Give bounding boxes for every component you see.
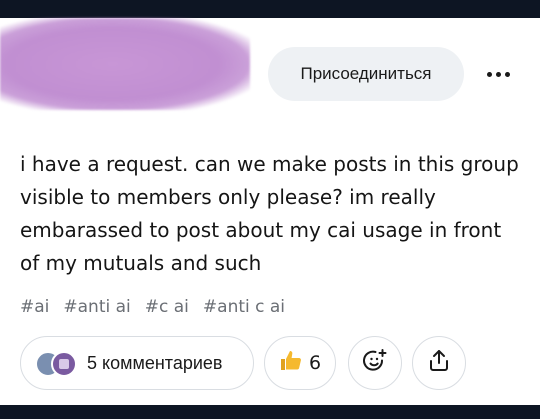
comments-button[interactable]: 5 комментариев [20, 336, 254, 390]
add-reaction-icon [361, 347, 389, 380]
hashtag[interactable]: #ai [20, 297, 49, 317]
hashtag[interactable]: #anti ai [63, 297, 130, 317]
add-reaction-button[interactable] [348, 336, 402, 390]
join-button[interactable]: Присоединиться [268, 47, 464, 101]
top-bar [0, 0, 540, 18]
comments-count-label: 5 комментариев [87, 352, 223, 373]
hashtag[interactable]: #c ai [145, 297, 189, 317]
like-count: 6 [308, 352, 322, 374]
commenter-avatars [35, 351, 77, 377]
post-body: i have a request. can we make posts in t… [20, 152, 519, 275]
hashtag-list: #ai #anti ai #c ai #anti c ai [20, 297, 285, 317]
redacted-author-area [0, 18, 250, 110]
bottom-bar [0, 405, 540, 419]
share-icon [426, 348, 452, 379]
more-options-icon[interactable] [478, 60, 518, 88]
like-button[interactable]: 6 [264, 336, 336, 390]
thumbs-up-icon [279, 349, 303, 378]
hashtag[interactable]: #anti c ai [203, 297, 285, 317]
avatar [51, 351, 77, 377]
share-button[interactable] [412, 336, 466, 390]
